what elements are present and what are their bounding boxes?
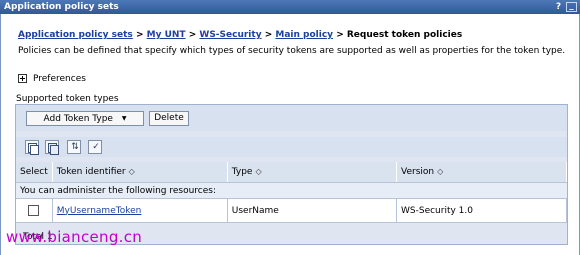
row-checkbox[interactable] — [28, 205, 39, 216]
breadcrumb-separator: > — [188, 30, 197, 40]
version-cell: WS-Security 1.0 — [396, 198, 567, 223]
deselect-all-icon[interactable] — [45, 140, 59, 155]
column-header-token-identifier[interactable]: Token identifier ◇ — [52, 162, 228, 183]
version-header-label[interactable]: Version — [401, 167, 434, 177]
info-row-text: You can administer the following resourc… — [16, 182, 567, 199]
sort-icon[interactable]: ◇ — [437, 167, 443, 176]
preferences-label[interactable]: Preferences — [33, 74, 86, 84]
breadcrumb-link-my-unt[interactable]: My UNT — [147, 30, 186, 40]
breadcrumb-link-policy-sets[interactable]: Application policy sets — [18, 30, 133, 40]
add-token-type-label[interactable]: Add Token Type — [44, 114, 113, 124]
token-identifier-header-label[interactable]: Token identifier — [57, 167, 126, 177]
column-header-select: Select — [16, 162, 53, 183]
breadcrumb-link-ws-security[interactable]: WS-Security — [199, 30, 261, 40]
breadcrumb-separator: > — [336, 30, 344, 40]
watermark-text: www.bianceng.cn — [6, 228, 143, 246]
section-title: Supported token types — [16, 94, 119, 104]
info-row: You can administer the following resourc… — [16, 182, 567, 199]
clear-filter-icon[interactable]: ✓ — [88, 140, 102, 154]
column-header-type[interactable]: Type ◇ — [227, 162, 398, 183]
dropdown-arrow-icon[interactable]: ▼ — [122, 115, 127, 122]
type-header-label[interactable]: Type — [232, 167, 253, 177]
breadcrumb: Application policy sets > My UNT > WS-Se… — [18, 30, 462, 40]
breadcrumb-link-main-policy[interactable]: Main policy — [275, 30, 333, 40]
table-header-row: Select Token identifier ◇ Type ◇ Version ◇ — [16, 162, 567, 183]
sort-icon[interactable]: ◇ — [129, 167, 135, 176]
token-types-collection: Add Token Type ▼ Delete ⇅ ✓ Select Token… — [15, 104, 568, 245]
window-title: Application policy sets — [4, 2, 119, 12]
help-icon[interactable]: ? — [553, 2, 564, 12]
preferences-toggle[interactable]: Preferences — [18, 74, 86, 84]
expand-plus-icon[interactable] — [18, 74, 27, 83]
button-toolbar: Add Token Type ▼ Delete — [16, 105, 567, 131]
breadcrumb-separator: > — [135, 30, 144, 40]
token-types-table: Select Token identifier ◇ Type ◇ Version ◇ … — [16, 162, 567, 223]
type-cell: UserName — [227, 198, 398, 223]
page-description: Policies can be defined that specify whi… — [18, 46, 566, 56]
add-token-type-button[interactable]: Add Token Type ▼ — [26, 111, 144, 126]
icon-toolbar: ⇅ ✓ — [16, 137, 567, 157]
minimize-icon[interactable]: _ — [566, 2, 577, 12]
token-identifier-link[interactable]: MyUsernameToken — [57, 206, 142, 216]
token-identifier-cell: MyUsernameToken — [52, 198, 228, 223]
breadcrumb-current: Request token policies — [346, 30, 463, 40]
column-header-version[interactable]: Version ◇ — [396, 162, 567, 183]
delete-button[interactable]: Delete — [149, 111, 189, 126]
select-header-label: Select — [20, 167, 48, 177]
show-filter-icon[interactable]: ⇅ — [67, 140, 81, 154]
table-row: MyUsernameToken UserName WS-Security 1.0 — [16, 198, 567, 223]
sort-icon[interactable]: ◇ — [255, 167, 261, 176]
row-select-cell — [16, 198, 53, 223]
select-all-icon[interactable] — [25, 140, 39, 155]
window-titlebar: Application policy sets ? _ — [0, 0, 580, 14]
breadcrumb-separator: > — [264, 30, 273, 40]
